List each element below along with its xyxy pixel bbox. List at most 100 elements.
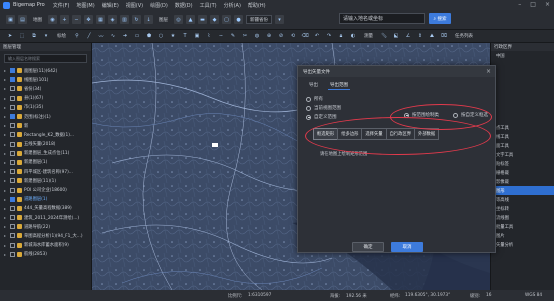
layer-checkbox[interactable] <box>10 104 15 110</box>
expand-icon[interactable]: ▸ <box>4 123 8 128</box>
tool-item[interactable] <box>491 105 554 114</box>
cursor-icon[interactable]: ➤ <box>6 32 14 40</box>
tool-item[interactable]: 中国 <box>491 51 554 60</box>
bezier-icon[interactable]: ∽ <box>217 32 225 40</box>
search-input[interactable]: 请输入地名或坐标 <box>339 13 425 24</box>
layer-row[interactable]: ▸ POI 公司企业(18600) <box>4 185 91 194</box>
sub-tab-select-vector[interactable]: 选择矢量 <box>361 128 387 140</box>
tool-item[interactable]: 线工具 <box>491 132 554 141</box>
tool-item[interactable]: 矢量分析 <box>491 240 554 249</box>
road-icon[interactable]: ▬ <box>198 15 207 24</box>
tool-item[interactable]: 面工具 <box>491 141 554 150</box>
tool-item[interactable]: 贴标签 <box>491 159 554 168</box>
shape-option-range[interactable]: 按范围绘制类 <box>404 112 439 118</box>
sub-tab-polygon[interactable]: 绘多边形 <box>337 128 363 140</box>
scope-option-custom[interactable]: 自定义范围 <box>306 114 337 120</box>
tool-item[interactable]: 图形 <box>491 186 554 195</box>
tool-item[interactable]: 流线图 <box>491 213 554 222</box>
layer-checkbox[interactable] <box>10 187 15 193</box>
menu-help[interactable]: 帮助(H) <box>248 2 266 9</box>
terrain-icon[interactable]: ▲ <box>186 15 195 24</box>
expand-icon[interactable]: ▸ <box>4 243 8 248</box>
arrow-icon[interactable]: ➜ <box>121 32 129 40</box>
layer-checkbox[interactable] <box>10 242 15 248</box>
layer-row[interactable]: ▸ 面图层(11)(642) <box>4 66 91 75</box>
layer-checkbox[interactable] <box>10 196 15 202</box>
chevron-down-icon[interactable]: ▾ <box>42 32 50 40</box>
menu-draw[interactable]: 绘图(D) <box>150 2 168 9</box>
tool-item[interactable]: 坐标转 <box>491 204 554 213</box>
sub-tab-rectangle[interactable]: 框选矩形 <box>313 128 339 140</box>
layer-row[interactable]: ▸ 省份(34) <box>4 84 91 93</box>
layer-checkbox[interactable] <box>10 95 15 101</box>
curve-icon[interactable]: ∿ <box>109 32 117 40</box>
line-icon[interactable]: ╱ <box>85 32 93 40</box>
text-icon[interactable]: T <box>181 32 189 40</box>
route-icon[interactable]: ⌇ <box>205 32 213 40</box>
download-icon[interactable]: ↓ <box>144 15 153 24</box>
layer-row[interactable]: ▸ 四平城区-建筑名称(97)... <box>4 167 91 176</box>
tool-item[interactable]: 点工具 <box>491 123 554 132</box>
menu-analysis[interactable]: 分析(A) <box>224 2 241 9</box>
tool-item[interactable] <box>491 87 554 96</box>
undo-icon[interactable]: ↶ <box>313 32 321 40</box>
expand-icon[interactable]: ▸ <box>4 188 8 193</box>
polygon-icon[interactable]: ⬟ <box>145 32 153 40</box>
zoom-out-icon[interactable]: − <box>72 15 81 24</box>
expand-icon[interactable]: ▸ <box>4 77 8 82</box>
select-icon[interactable]: ⬚ <box>18 32 26 40</box>
tool-item[interactable] <box>491 114 554 123</box>
chevron-down-icon[interactable]: ▾ <box>275 15 284 24</box>
lock-icon[interactable]: 🔒︎ <box>337 32 345 40</box>
expand-icon[interactable]: ▸ <box>4 178 8 183</box>
split-icon[interactable]: ⊘ <box>277 32 285 40</box>
minimize-icon[interactable]: – <box>518 1 521 8</box>
3d-icon[interactable]: ◆ <box>210 15 219 24</box>
tool-item[interactable]: 等高线 <box>491 195 554 204</box>
expand-icon[interactable]: ▸ <box>4 197 8 202</box>
circle-icon[interactable]: ○ <box>157 32 165 40</box>
menu-view[interactable]: 视图(V) <box>126 2 143 9</box>
layer-row[interactable]: ▸ 新建图层(1) <box>4 158 91 167</box>
expand-icon[interactable]: ▸ <box>4 151 8 156</box>
buffer-icon[interactable]: ◍ <box>253 32 261 40</box>
cut-icon[interactable]: ✂ <box>241 32 249 40</box>
menu-data[interactable]: 数据(D) <box>175 2 193 9</box>
expand-icon[interactable]: ▸ <box>4 224 8 229</box>
expand-icon[interactable]: ▸ <box>4 215 8 220</box>
expand-icon[interactable]: ▸ <box>4 86 8 91</box>
expand-icon[interactable]: ▸ <box>4 96 8 101</box>
expand-icon[interactable]: ▸ <box>4 252 8 257</box>
layer-row[interactable]: ▸ 新 <box>4 121 91 130</box>
close-icon[interactable]: × <box>545 1 550 8</box>
layer-checkbox[interactable] <box>10 77 15 83</box>
tool-item[interactable] <box>491 78 554 87</box>
grid-icon[interactable]: ▦ <box>96 15 105 24</box>
expand-icon[interactable]: ▸ <box>4 206 8 211</box>
expand-icon[interactable]: ▸ <box>4 160 8 165</box>
layer-row[interactable]: ▸ 范围(标注)(1) <box>4 112 91 121</box>
pin-icon[interactable]: ⚲ <box>73 32 81 40</box>
maximize-icon[interactable]: □ <box>530 1 536 8</box>
tool-item[interactable]: 栅格裁 <box>491 168 554 177</box>
region-select[interactable]: 新疆省份 <box>246 15 272 24</box>
expand-icon[interactable]: ▸ <box>4 68 8 73</box>
area-icon[interactable]: ⬕ <box>392 32 400 40</box>
layer-checkbox[interactable] <box>10 205 15 211</box>
layer-checkbox[interactable] <box>10 159 15 165</box>
layer-checkbox[interactable] <box>10 123 15 129</box>
tool-item[interactable] <box>491 60 554 69</box>
layer-row[interactable]: ▸ 新城海水库蓄水面积(9) <box>4 241 91 250</box>
zoom-in-icon[interactable]: + <box>60 15 69 24</box>
menu-map[interactable]: 地图(M) <box>76 2 94 9</box>
tool-item[interactable]: 文字工具 <box>491 150 554 159</box>
shape-option-custom[interactable]: 按自定义框选 <box>453 112 488 118</box>
tool-item[interactable]: 影像裁 <box>491 177 554 186</box>
layer-row[interactable]: ▸ 建筑_2011_2024年测绘(...) <box>4 213 91 222</box>
eye-icon[interactable]: ◐ <box>349 32 357 40</box>
scope-option-all[interactable]: 所有 <box>306 96 323 102</box>
open-icon[interactable]: ▣ <box>6 15 15 24</box>
sub-tab-admin-boundary[interactable]: 自行政区界 <box>385 128 416 140</box>
tool-item[interactable]: 批量工具 <box>491 222 554 231</box>
expand-icon[interactable]: ▸ <box>4 169 8 174</box>
